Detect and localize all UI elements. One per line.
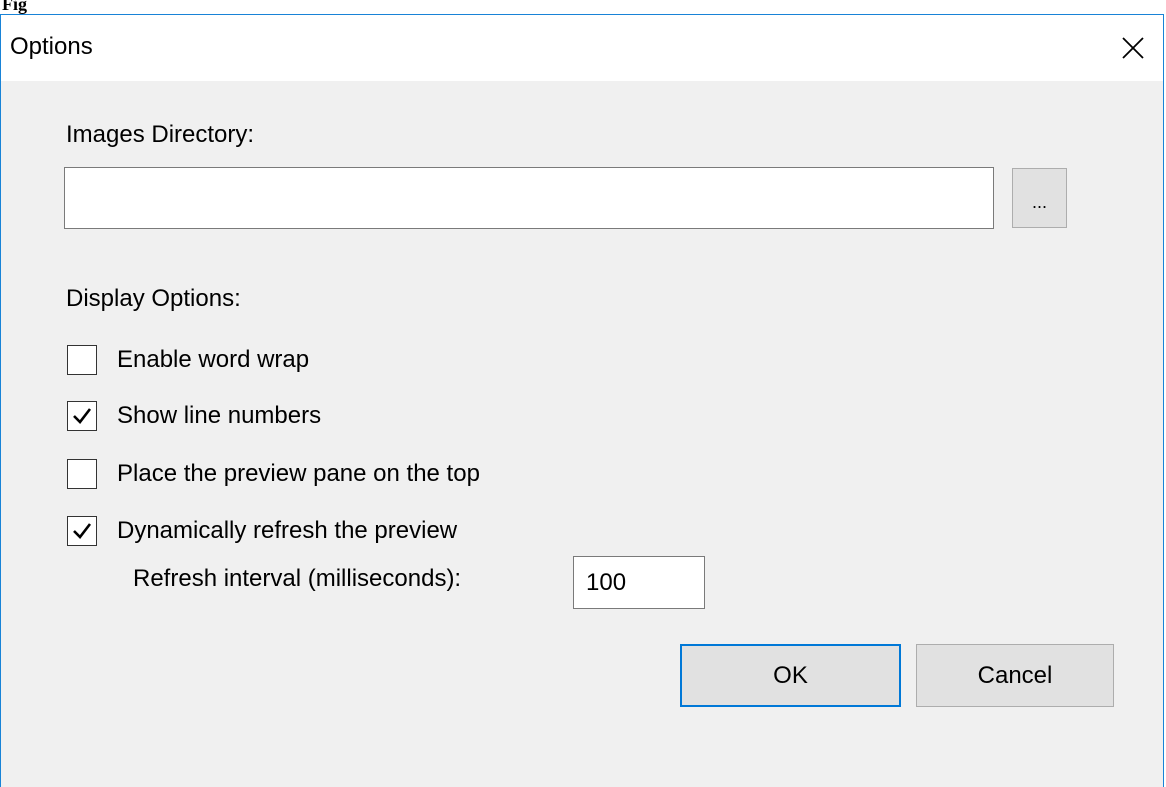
options-dialog: Options Images Directory: ... Display Op… (0, 14, 1164, 787)
close-button[interactable] (1103, 15, 1163, 81)
checkbox-label: Place the preview pane on the top (117, 460, 480, 487)
checkmark-icon (73, 408, 92, 424)
images-directory-input[interactable] (64, 167, 994, 229)
browse-button[interactable]: ... (1012, 168, 1067, 228)
display-options-heading: Display Options: (66, 285, 241, 312)
close-icon (1122, 37, 1144, 59)
window-title: Options (10, 33, 93, 60)
checkbox-box[interactable] (67, 516, 97, 546)
checkbox-box[interactable] (67, 459, 97, 489)
preview-pane-top-checkbox[interactable]: Place the preview pane on the top (67, 458, 480, 490)
checkbox-box[interactable] (67, 401, 97, 431)
refresh-interval-input[interactable] (573, 556, 705, 609)
figure-caption-strip: Fig (0, 0, 1166, 14)
enable-word-wrap-checkbox[interactable]: Enable word wrap (67, 344, 309, 376)
images-directory-label: Images Directory: (66, 121, 255, 148)
show-line-numbers-checkbox[interactable]: Show line numbers (67, 400, 321, 432)
checkbox-label: Show line numbers (117, 402, 322, 429)
checkbox-label: Dynamically refresh the preview (117, 517, 458, 544)
title-bar: Options (1, 15, 1163, 81)
refresh-interval-label: Refresh interval (milliseconds): (133, 565, 462, 592)
checkbox-box[interactable] (67, 345, 97, 375)
checkmark-icon (73, 523, 92, 539)
figure-caption-text: Fig (2, 0, 27, 14)
ok-button[interactable]: OK (680, 644, 901, 707)
checkbox-label: Enable word wrap (117, 346, 310, 373)
dynamic-refresh-checkbox[interactable]: Dynamically refresh the preview (67, 515, 457, 547)
cancel-button[interactable]: Cancel (916, 644, 1114, 707)
